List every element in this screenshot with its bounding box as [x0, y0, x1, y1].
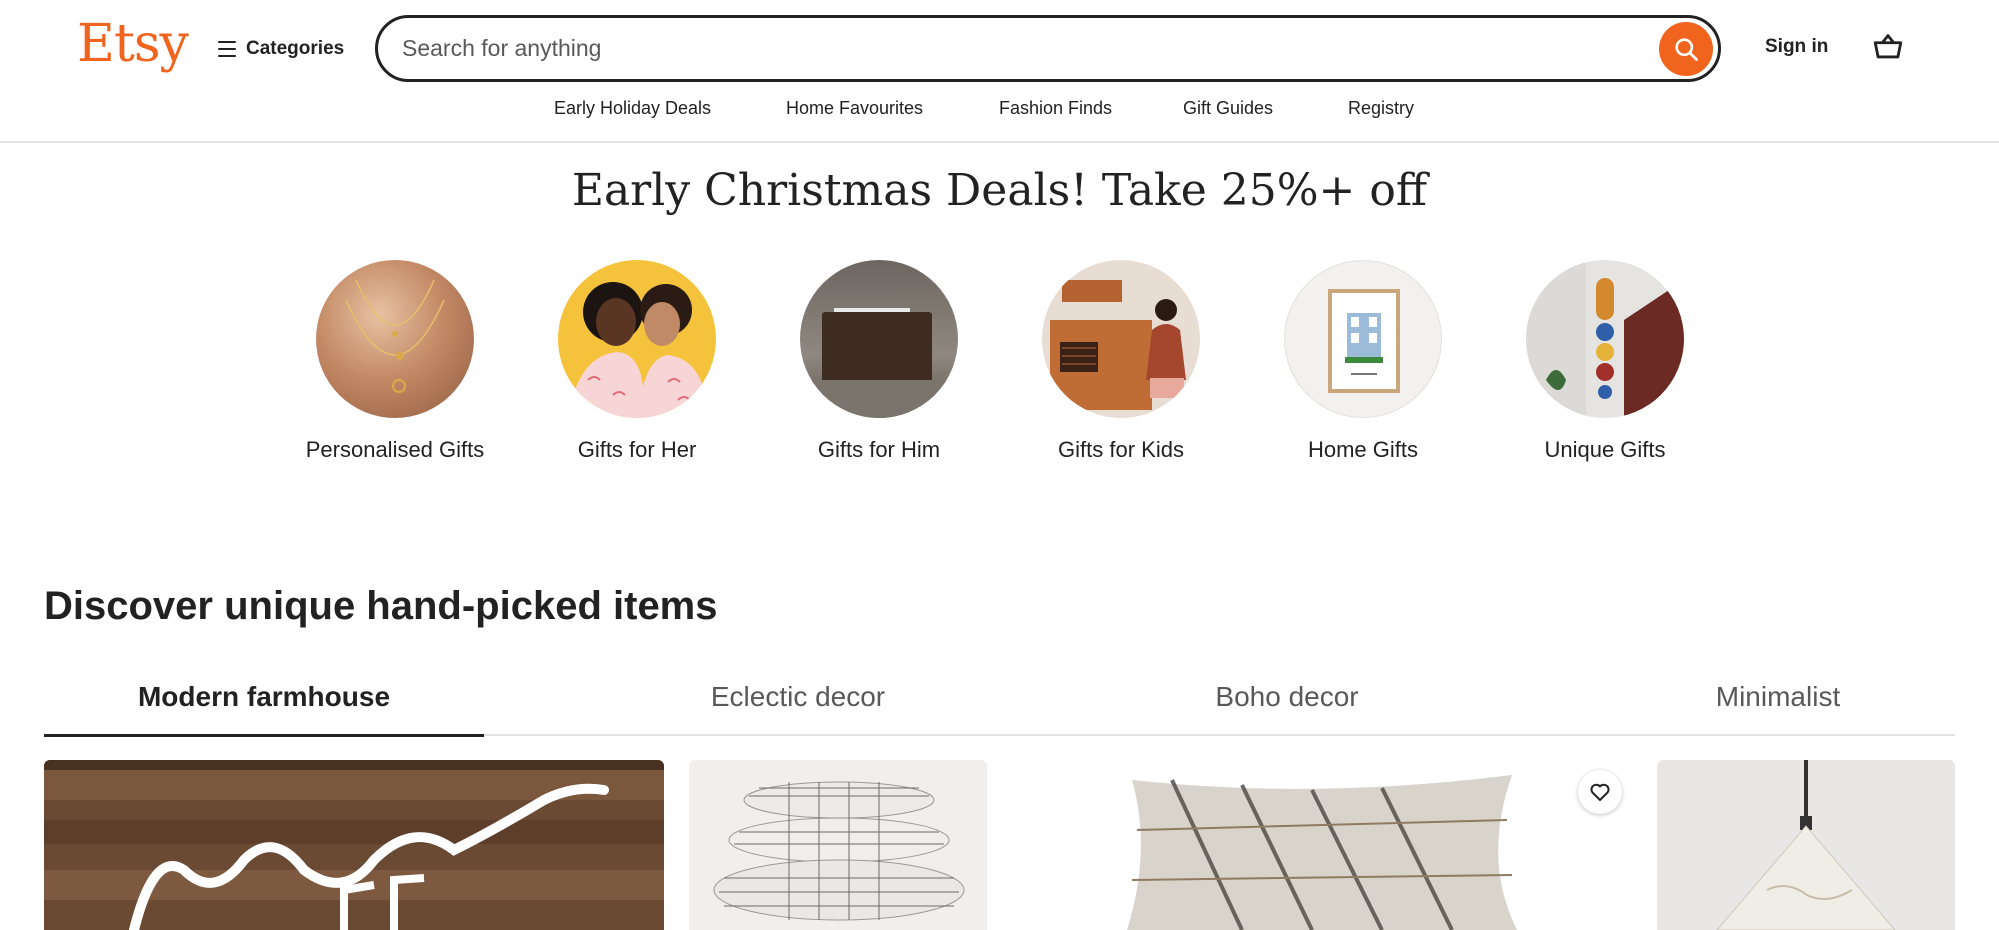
- style-tabs: Modern farmhouse Eclectic decor Boho dec…: [44, 676, 1955, 737]
- categories-button[interactable]: Categories: [218, 32, 344, 66]
- favorite-button[interactable]: [1578, 770, 1622, 814]
- wall-hanging-photo: [1526, 260, 1684, 418]
- nav-home-favourites[interactable]: Home Favourites: [786, 98, 923, 119]
- gift-category-him[interactable]: Gifts for Him: [779, 260, 979, 463]
- cart-button[interactable]: [1871, 30, 1905, 64]
- women-pajamas-photo: [558, 260, 716, 418]
- product-card-lamp[interactable]: [1657, 760, 1955, 930]
- hero-title: Early Christmas Deals! Take 25%+ off: [571, 165, 1428, 216]
- gold-necklace-photo: [316, 260, 474, 418]
- pendant-lamp-photo: [1657, 760, 1955, 930]
- categories-label: Categories: [246, 38, 345, 59]
- circle-label: Gifts for Him: [817, 437, 941, 462]
- heart-icon: [1590, 783, 1610, 801]
- circle-label: Home Gifts: [1307, 437, 1419, 462]
- tab-eclectic-decor[interactable]: Eclectic decor: [578, 676, 1018, 736]
- discover-heading: Discover unique hand-picked items: [44, 584, 718, 628]
- search-bar: [375, 15, 1721, 82]
- circle-label: Unique Gifts: [1544, 437, 1666, 462]
- shopping-basket-icon: [1873, 34, 1903, 59]
- etsy-logo[interactable]: Etsy: [77, 14, 189, 74]
- site-header: Etsy Categories Sign in Early Holiday De…: [0, 0, 1999, 143]
- home-sign-photo: [44, 760, 664, 930]
- nav-registry[interactable]: Registry: [1348, 98, 1414, 119]
- gift-category-kids[interactable]: Gifts for Kids: [1021, 260, 1221, 463]
- tab-minimalist[interactable]: Minimalist: [1558, 676, 1998, 736]
- bedding-photo: [689, 760, 987, 930]
- leather-wallet-photo: [800, 260, 958, 418]
- search-button[interactable]: [1659, 22, 1713, 76]
- gift-category-her[interactable]: Gifts for Her: [537, 260, 737, 463]
- nav-early-holiday-deals[interactable]: Early Holiday Deals: [554, 98, 711, 119]
- circle-label: Gifts for Her: [577, 437, 697, 462]
- product-card-bedding[interactable]: [689, 760, 987, 930]
- hamburger-icon: [218, 41, 236, 57]
- search-input[interactable]: [402, 18, 1602, 79]
- tab-modern-farmhouse[interactable]: Modern farmhouse: [44, 676, 484, 737]
- circle-label: Gifts for Kids: [1058, 437, 1184, 462]
- product-card-home-sign[interactable]: [44, 760, 664, 930]
- product-card-pillow[interactable]: [1012, 760, 1632, 930]
- gift-category-personalised[interactable]: Personalised Gifts: [295, 260, 495, 463]
- framed-house-print-photo: [1284, 260, 1442, 418]
- search-icon: [1675, 38, 1698, 61]
- circle-label: Personalised Gifts: [305, 437, 485, 462]
- toy-kitchen-photo: [1042, 260, 1200, 418]
- sign-in-link[interactable]: Sign in: [1765, 36, 1828, 58]
- nav-fashion-finds[interactable]: Fashion Finds: [999, 98, 1112, 119]
- category-subnav: Early Holiday Deals Home Favourites Fash…: [0, 98, 1999, 128]
- tab-boho-decor[interactable]: Boho decor: [1067, 676, 1507, 736]
- plaid-pillow-photo: [1012, 760, 1632, 930]
- nav-gift-guides[interactable]: Gift Guides: [1183, 98, 1273, 119]
- gift-category-home[interactable]: Home Gifts: [1263, 260, 1463, 463]
- gift-category-unique[interactable]: Unique Gifts: [1505, 260, 1705, 463]
